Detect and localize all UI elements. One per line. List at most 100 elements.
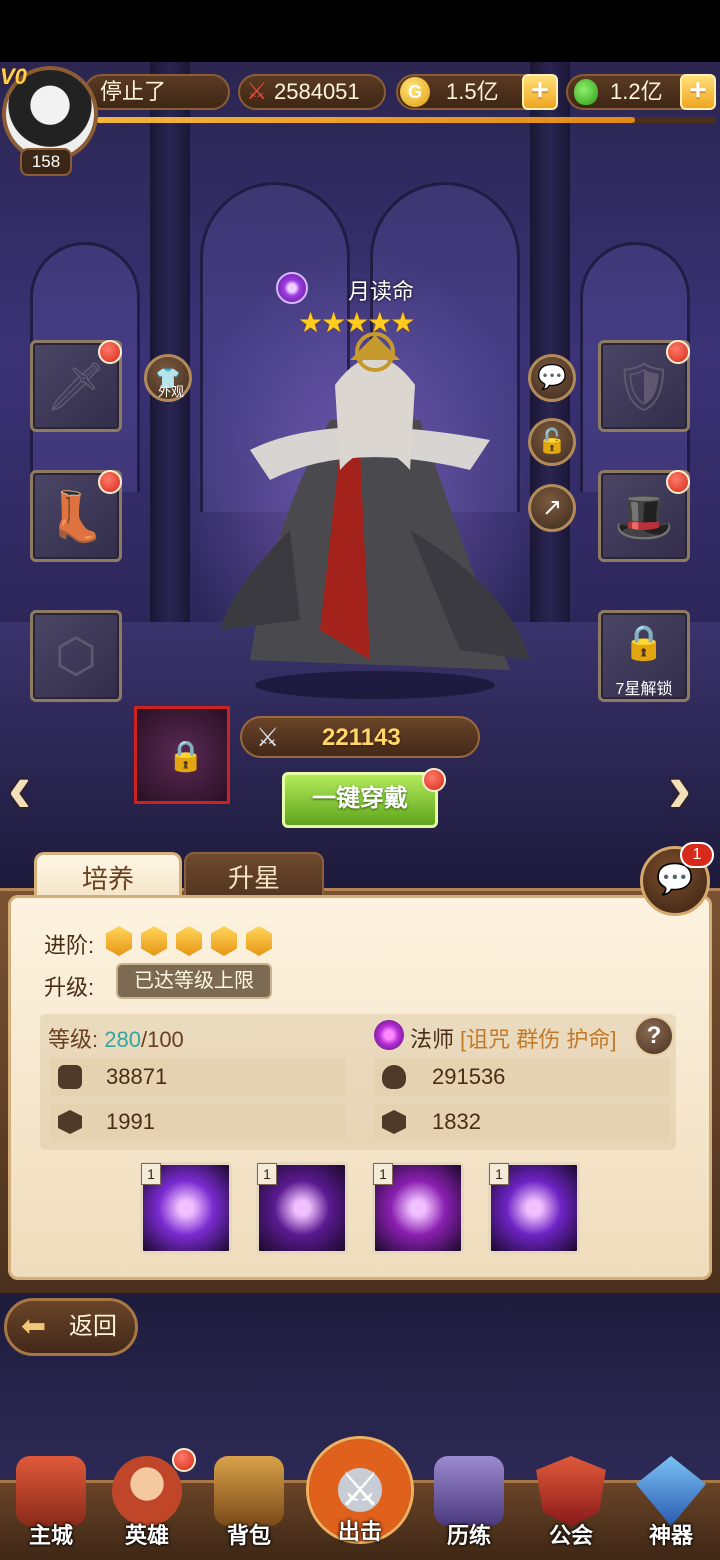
nav-label: 背包 <box>226 1523 271 1548</box>
nav-guild[interactable]: 公会 <box>526 1456 616 1556</box>
accessory-slot[interactable]: ⬡ <box>30 610 122 702</box>
advance-gem-icon <box>106 926 132 956</box>
next-hero-arrow-icon[interactable]: › <box>668 748 691 828</box>
nav-label: 公会 <box>548 1523 593 1548</box>
locked-7star-slot[interactable]: 🔒 7星解锁 <box>598 610 690 702</box>
player-name-pill[interactable]: 停止了 <box>84 74 230 110</box>
previous-hero-arrow-icon[interactable]: ‹ <box>8 748 31 828</box>
power-pill: ⚔ 2584051 <box>238 74 386 110</box>
heart-icon <box>382 1065 406 1089</box>
notification-dot <box>666 470 690 494</box>
unlock-7star-label: 7星解锁 <box>615 681 673 698</box>
nav-label: 历练 <box>446 1523 491 1548</box>
advance-gem-icon <box>176 926 202 956</box>
attack-icon <box>58 1065 82 1089</box>
level-current: 280 <box>104 1027 141 1052</box>
hero-combat-power: 221143 <box>322 724 401 751</box>
share-button[interactable]: ↗ <box>528 484 576 532</box>
nav-label: 神器 <box>648 1523 693 1548</box>
nav-artifact[interactable]: 神器 <box>626 1456 716 1556</box>
add-potion-button[interactable]: + <box>680 74 716 110</box>
skill-level: 1 <box>373 1163 393 1185</box>
hero-portrait-icon <box>112 1456 182 1526</box>
potion-amount: 1.2亿 <box>610 79 663 104</box>
notification-dot <box>98 340 122 364</box>
stat-speed: 1832 <box>374 1103 670 1141</box>
class-tags: [诅咒 群伤 护命] <box>460 1027 617 1052</box>
level-row: 等级: 280/100 <box>48 1022 184 1054</box>
crossed-swords-icon: ⚔ <box>256 722 280 752</box>
help-button[interactable]: ? <box>634 1016 674 1056</box>
level-label: 等级: <box>48 1027 99 1052</box>
nav-label: 英雄 <box>124 1523 169 1548</box>
max-level-badge: 已达等级上限 <box>116 963 272 999</box>
back-label: 返回 <box>69 1313 117 1340</box>
nav-training[interactable]: 历练 <box>424 1456 514 1556</box>
guild-shield-icon <box>536 1456 606 1526</box>
unlock-button[interactable]: 🔓 <box>528 418 576 466</box>
skill-level: 1 <box>489 1163 509 1185</box>
back-arrow-icon: ⬅ <box>21 1310 47 1343</box>
hexagon-icon: ⬡ <box>55 630 97 683</box>
equip-all-button[interactable]: 一键穿戴 <box>282 772 438 828</box>
skill-slot-4[interactable]: 1 <box>488 1162 580 1254</box>
class-name: 法师 <box>410 1027 455 1052</box>
player-name: 停止了 <box>100 79 167 104</box>
stat-attack-value: 38871 <box>106 1064 168 1089</box>
hero-power-pill: ⚔ 221143 <box>240 716 480 758</box>
top-resource-bar: 停止了 ⚔ 2584051 G 1.5亿 + 1.2亿 + <box>0 62 720 124</box>
stat-defense: 1991 <box>50 1103 346 1141</box>
castle-icon <box>16 1456 86 1526</box>
crystal-icon <box>636 1456 706 1526</box>
class-row: 法师 [诅咒 群伤 护命] <box>374 1020 634 1052</box>
notification-dot <box>422 768 446 792</box>
unlock-icon: 🔓 <box>537 428 567 455</box>
stat-speed-value: 1832 <box>432 1109 481 1134</box>
skill-slot-3[interactable]: 1 <box>372 1162 464 1254</box>
add-gold-button[interactable]: + <box>522 74 558 110</box>
hero-name: 月读命 <box>348 279 415 304</box>
level-max: /100 <box>140 1027 184 1052</box>
advance-gem-icon <box>211 926 237 956</box>
backpack-icon <box>214 1456 284 1526</box>
advance-gems <box>106 926 281 956</box>
chat-unread-badge: 1 <box>680 842 714 868</box>
stat-attack: 38871 <box>50 1058 346 1096</box>
vip-badge[interactable]: V0 <box>0 64 27 90</box>
advance-gem-icon <box>246 926 272 956</box>
stat-hp: 291536 <box>374 1058 670 1096</box>
nav-bag[interactable]: 背包 <box>204 1456 294 1556</box>
stat-defense-value: 1991 <box>106 1109 155 1134</box>
gold-amount: 1.5亿 <box>446 79 499 104</box>
gold-coin-icon: G <box>400 77 430 107</box>
chat-icon: 💬 <box>656 863 694 896</box>
locked-skin-slot[interactable]: 🔒 <box>134 706 230 804</box>
advance-gem-icon <box>141 926 167 956</box>
outfit-button[interactable]: 👕 外观 <box>144 354 192 402</box>
notification-dot <box>666 340 690 364</box>
upgrade-label: 升级: <box>44 975 95 1000</box>
hero-star-rating: ★★★★★ <box>298 307 416 338</box>
exp-progress-fill <box>96 117 636 123</box>
share-icon: ↗ <box>541 494 563 521</box>
exp-progress-bar <box>96 117 716 123</box>
nav-label: 主城 <box>28 1523 73 1548</box>
nav-main-city[interactable]: 主城 <box>6 1456 96 1556</box>
back-button[interactable]: ⬅ 返回 <box>4 1298 138 1356</box>
skill-slot-1[interactable]: 1 <box>140 1162 232 1254</box>
speed-icon <box>382 1110 406 1134</box>
total-power: 2584051 <box>274 79 360 104</box>
advance-label: 进阶: <box>44 933 95 958</box>
tab-train[interactable]: 培养 <box>34 852 182 900</box>
faction-icon <box>276 272 308 304</box>
tab-star-up[interactable]: 升星 <box>184 852 324 900</box>
nav-battle[interactable]: ⚔ 出击 <box>306 1436 414 1554</box>
skill-slot-2[interactable]: 1 <box>256 1162 348 1254</box>
hero-character-art <box>220 332 530 699</box>
hero-name-row: 月读命 <box>270 270 470 306</box>
training-icon <box>434 1456 504 1526</box>
outfit-label: 外观 <box>157 384 184 399</box>
potion-icon <box>574 79 598 105</box>
skill-level: 1 <box>141 1163 161 1185</box>
chat-bubble-button[interactable]: 💬 <box>528 354 576 402</box>
